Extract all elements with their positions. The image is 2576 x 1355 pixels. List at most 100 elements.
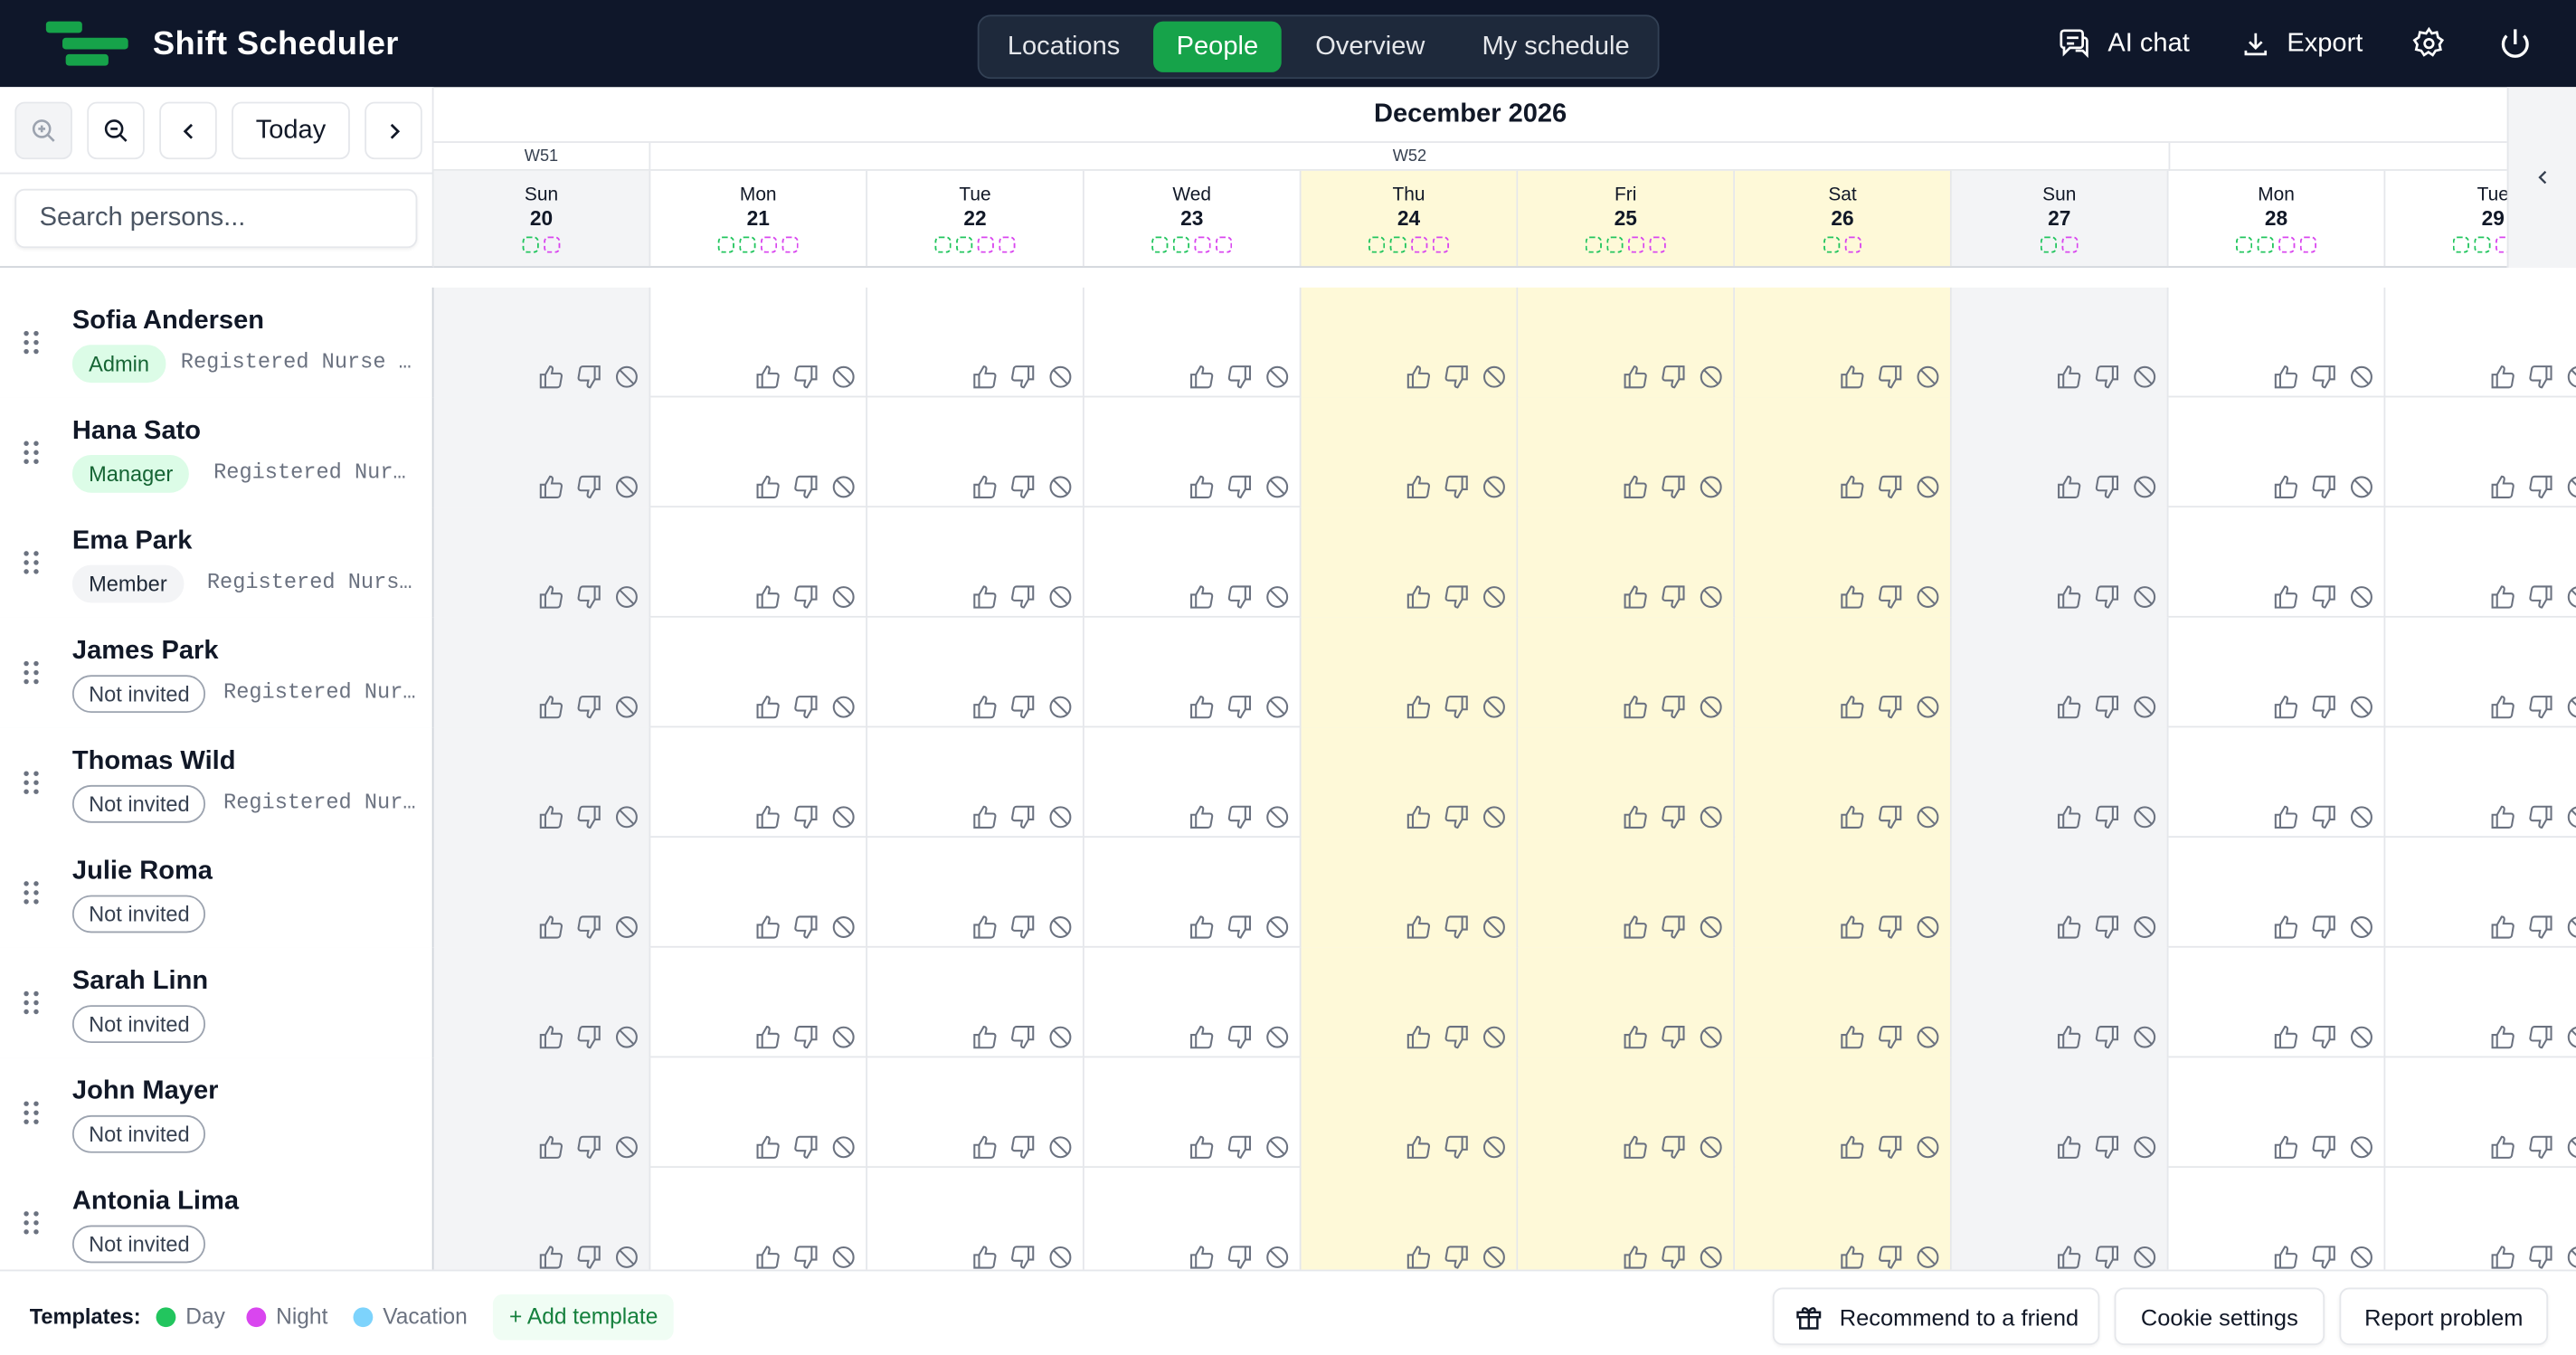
shift-slot-icon[interactable] [1606, 236, 1624, 253]
unavailable-icon[interactable] [829, 1244, 857, 1270]
next-button[interactable] [365, 101, 422, 160]
thumbs-down-icon[interactable] [1876, 803, 1904, 831]
schedule-cell[interactable] [2385, 288, 2576, 398]
thumbs-down-icon[interactable] [2093, 363, 2121, 391]
thumbs-down-icon[interactable] [791, 473, 819, 501]
thumbs-down-icon[interactable] [1876, 1133, 1904, 1161]
schedule-cell[interactable] [1951, 287, 2169, 398]
person-info[interactable]: Sarah Linn Not invited [0, 947, 434, 1058]
unavailable-icon[interactable] [1697, 583, 1725, 611]
unavailable-icon[interactable] [2131, 1023, 2159, 1051]
thumbs-down-icon[interactable] [1226, 583, 1254, 611]
thumbs-up-icon[interactable] [1838, 914, 1866, 942]
schedule-cell[interactable] [1735, 947, 1952, 1058]
unavailable-icon[interactable] [2131, 363, 2159, 391]
thumbs-down-icon[interactable] [2093, 1133, 2121, 1161]
schedule-cell[interactable] [433, 397, 651, 508]
thumbs-down-icon[interactable] [791, 363, 819, 391]
shift-slot-icon[interactable] [1585, 236, 1602, 253]
schedule-cell[interactable] [1735, 617, 1952, 728]
thumbs-up-icon[interactable] [537, 363, 565, 391]
schedule-cell[interactable] [1084, 947, 1302, 1058]
thumbs-up-icon[interactable] [1188, 583, 1216, 611]
schedule-cell[interactable] [1518, 507, 1736, 618]
thumbs-up-icon[interactable] [1622, 1023, 1650, 1051]
thumbs-up-icon[interactable] [537, 1133, 565, 1161]
shift-slot-icon[interactable] [2474, 236, 2491, 253]
unavailable-icon[interactable] [1481, 1023, 1509, 1051]
schedule-cell[interactable] [650, 507, 868, 618]
drag-handle-icon[interactable] [23, 550, 39, 574]
thumbs-down-icon[interactable] [2310, 1023, 2338, 1051]
shift-slot-icon[interactable] [760, 236, 778, 253]
schedule-cell[interactable] [650, 1168, 868, 1270]
thumbs-down-icon[interactable] [1876, 1244, 1904, 1270]
thumbs-up-icon[interactable] [1622, 1133, 1650, 1161]
thumbs-down-icon[interactable] [2527, 1023, 2555, 1051]
unavailable-icon[interactable] [1046, 1023, 1075, 1051]
schedule-cell[interactable] [1301, 947, 1519, 1058]
person-info[interactable]: James Park Not invited Registered Nur… [0, 617, 434, 728]
thumbs-down-icon[interactable] [575, 583, 603, 611]
schedule-cell[interactable] [433, 507, 651, 618]
thumbs-down-icon[interactable] [1659, 1244, 1687, 1270]
schedule-cell[interactable] [433, 727, 651, 839]
thumbs-up-icon[interactable] [1838, 473, 1866, 501]
schedule-cell[interactable] [1951, 947, 2169, 1058]
thumbs-up-icon[interactable] [754, 693, 782, 721]
shift-slot-icon[interactable] [1432, 236, 1450, 253]
thumbs-down-icon[interactable] [1443, 803, 1471, 831]
shift-slot-icon[interactable] [956, 236, 973, 253]
thumbs-down-icon[interactable] [2310, 1244, 2338, 1270]
unavailable-icon[interactable] [1914, 1133, 1942, 1161]
thumbs-up-icon[interactable] [971, 1133, 999, 1161]
unavailable-icon[interactable] [829, 693, 857, 721]
unavailable-icon[interactable] [1914, 473, 1942, 501]
thumbs-up-icon[interactable] [1838, 363, 1866, 391]
schedule-cell[interactable] [1084, 617, 1302, 728]
thumbs-up-icon[interactable] [1838, 583, 1866, 611]
thumbs-up-icon[interactable] [1622, 473, 1650, 501]
thumbs-down-icon[interactable] [2527, 803, 2555, 831]
unavailable-icon[interactable] [1046, 914, 1075, 942]
schedule-cell[interactable] [1951, 727, 2169, 839]
person-info[interactable]: Sofia Andersen Admin Registered Nurse … [0, 287, 434, 398]
thumbs-down-icon[interactable] [1443, 693, 1471, 721]
thumbs-down-icon[interactable] [1009, 1244, 1037, 1270]
unavailable-icon[interactable] [1697, 1133, 1725, 1161]
shift-slot-icon[interactable] [2040, 236, 2058, 253]
thumbs-down-icon[interactable] [1443, 363, 1471, 391]
thumbs-up-icon[interactable] [2055, 363, 2083, 391]
thumbs-down-icon[interactable] [1443, 1133, 1471, 1161]
thumbs-up-icon[interactable] [1188, 1244, 1216, 1270]
schedule-cell[interactable] [1735, 287, 1952, 398]
schedule-cell[interactable] [1518, 838, 1736, 948]
thumbs-up-icon[interactable] [1405, 1133, 1433, 1161]
unavailable-icon[interactable] [1264, 1133, 1292, 1161]
unavailable-icon[interactable] [2131, 583, 2159, 611]
schedule-cell[interactable] [2169, 838, 2386, 948]
thumbs-down-icon[interactable] [1659, 363, 1687, 391]
thumbs-down-icon[interactable] [2310, 803, 2338, 831]
drag-handle-icon[interactable] [23, 880, 39, 905]
thumbs-down-icon[interactable] [575, 1023, 603, 1051]
schedule-cell[interactable] [433, 947, 651, 1058]
schedule-cell[interactable] [1518, 1057, 1736, 1169]
schedule-cell[interactable] [2385, 397, 2576, 507]
thumbs-down-icon[interactable] [2093, 583, 2121, 611]
person-info[interactable]: Hana Sato Manager Registered Nurse… [0, 397, 434, 508]
thumbs-down-icon[interactable] [2310, 473, 2338, 501]
unavailable-icon[interactable] [829, 1133, 857, 1161]
schedule-cell[interactable] [2169, 397, 2386, 508]
thumbs-down-icon[interactable] [791, 583, 819, 611]
thumbs-up-icon[interactable] [971, 363, 999, 391]
thumbs-down-icon[interactable] [1226, 1023, 1254, 1051]
thumbs-up-icon[interactable] [971, 583, 999, 611]
thumbs-up-icon[interactable] [2272, 473, 2300, 501]
shift-slot-icon[interactable] [1389, 236, 1406, 253]
unavailable-icon[interactable] [1914, 363, 1942, 391]
schedule-cell[interactable] [867, 727, 1084, 839]
thumbs-down-icon[interactable] [1443, 473, 1471, 501]
thumbs-down-icon[interactable] [1443, 914, 1471, 942]
unavailable-icon[interactable] [1697, 473, 1725, 501]
